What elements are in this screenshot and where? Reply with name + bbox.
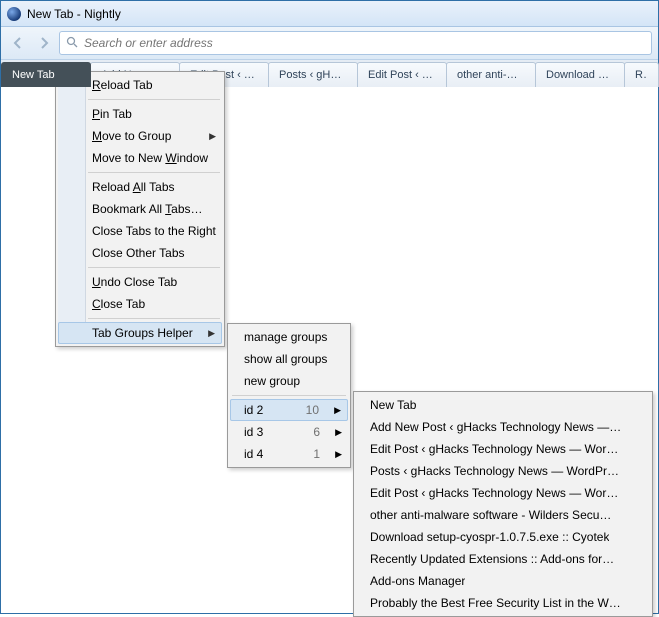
group-tab-item[interactable]: Download setup-cyospr-1.0.7.5.exe :: Cyo… — [356, 526, 650, 548]
tab[interactable]: Download s… — [535, 62, 625, 87]
menu-undo-close[interactable]: Undo Close Tab — [58, 271, 222, 293]
submenu-manage-groups[interactable]: manage groups — [230, 326, 348, 348]
chevron-right-icon: ▶ — [208, 328, 215, 339]
submenu-group-id3[interactable]: id 36▶ — [230, 421, 348, 443]
nav-toolbar — [1, 27, 658, 60]
tab[interactable]: other anti-… — [446, 62, 536, 87]
chevron-right-icon: ▶ — [334, 405, 341, 416]
tab[interactable]: Posts ‹ gHa… — [268, 62, 358, 87]
menu-separator — [88, 318, 220, 319]
group-tab-item[interactable]: Edit Post ‹ gHacks Technology News — Wor… — [356, 482, 650, 504]
chevron-right-icon: ▶ — [335, 427, 342, 438]
back-button[interactable] — [7, 32, 29, 54]
arrow-left-icon — [11, 36, 25, 50]
menu-close-tab[interactable]: Close Tab — [58, 293, 222, 315]
forward-button[interactable] — [33, 32, 55, 54]
menu-separator — [88, 267, 220, 268]
content-area: Reload Tab Pin Tab Move to Group▶ Move t… — [1, 87, 658, 613]
menu-tab-groups-helper[interactable]: Tab Groups Helper▶ — [58, 322, 222, 344]
group-tab-item[interactable]: Probably the Best Free Security List in … — [356, 592, 650, 614]
helper-submenu: manage groups show all groups new group … — [227, 323, 351, 468]
menu-pin-tab[interactable]: Pin Tab — [58, 103, 222, 125]
group-tab-item[interactable]: other anti-malware software - Wilders Se… — [356, 504, 650, 526]
menu-separator — [88, 99, 220, 100]
tab[interactable]: Edit Post ‹ g… — [357, 62, 447, 87]
titlebar: New Tab - Nightly — [1, 1, 658, 27]
menu-separator — [88, 172, 220, 173]
submenu-show-all-groups[interactable]: show all groups — [230, 348, 348, 370]
group-tab-item[interactable]: Posts ‹ gHacks Technology News — WordPr… — [356, 460, 650, 482]
tab-new[interactable]: New Tab — [1, 62, 91, 87]
group-tabs-submenu: New Tab Add New Post ‹ gHacks Technology… — [353, 391, 653, 617]
group-tab-item[interactable]: New Tab — [356, 394, 650, 416]
menu-reload-all[interactable]: Reload All Tabs — [58, 176, 222, 198]
menu-bookmark-all[interactable]: Bookmark All Tabs… — [58, 198, 222, 220]
search-icon — [66, 36, 78, 51]
menu-close-right[interactable]: Close Tabs to the Right — [58, 220, 222, 242]
menu-move-to-group[interactable]: Move to Group▶ — [58, 125, 222, 147]
group-tab-item[interactable]: Add-ons Manager — [356, 570, 650, 592]
chevron-right-icon: ▶ — [209, 131, 216, 142]
window-title: New Tab - Nightly — [27, 7, 121, 21]
menu-close-other[interactable]: Close Other Tabs — [58, 242, 222, 264]
app-icon — [7, 7, 21, 21]
group-tab-item[interactable]: Edit Post ‹ gHacks Technology News — Wor… — [356, 438, 650, 460]
submenu-new-group[interactable]: new group — [230, 370, 348, 392]
tab-context-menu: Reload Tab Pin Tab Move to Group▶ Move t… — [55, 71, 225, 347]
tab[interactable]: Re — [624, 62, 659, 87]
menu-move-to-window[interactable]: Move to New Window — [58, 147, 222, 169]
arrow-right-icon — [37, 36, 51, 50]
group-tab-item[interactable]: Recently Updated Extensions :: Add-ons f… — [356, 548, 650, 570]
menu-separator — [232, 395, 346, 396]
submenu-group-id2[interactable]: id 210▶ — [230, 399, 348, 421]
submenu-group-id4[interactable]: id 41▶ — [230, 443, 348, 465]
address-bar[interactable] — [59, 31, 652, 55]
address-input[interactable] — [84, 36, 645, 50]
group-tab-item[interactable]: Add New Post ‹ gHacks Technology News —… — [356, 416, 650, 438]
chevron-right-icon: ▶ — [335, 449, 342, 460]
